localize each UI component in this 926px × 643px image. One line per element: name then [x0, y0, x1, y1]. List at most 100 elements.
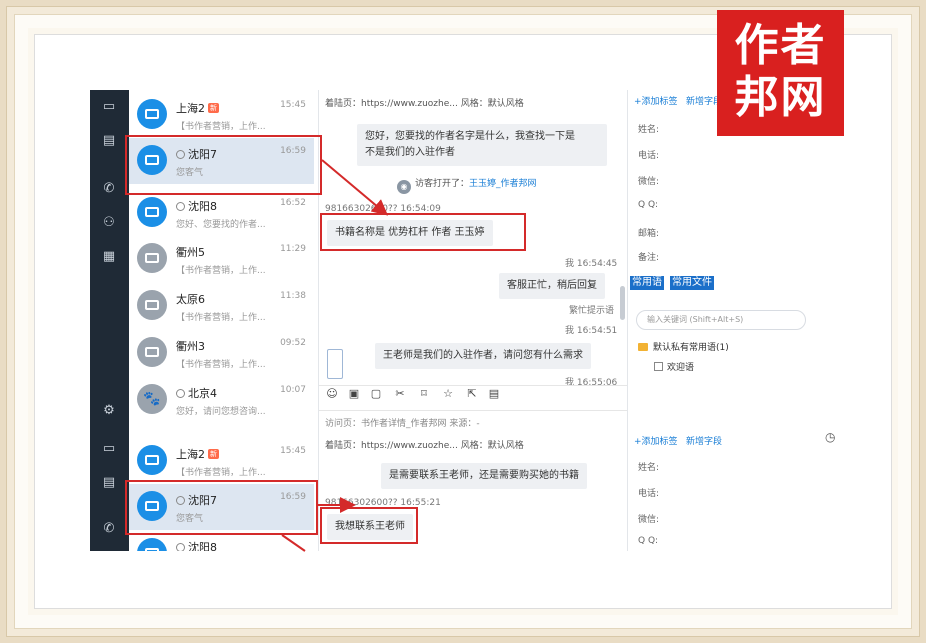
highlight-box [125, 135, 322, 195]
message-meta: 我 16:54:51 [565, 326, 618, 336]
folder-icon [638, 343, 648, 351]
busy-hint: 繁忙提示语 [569, 306, 615, 316]
field-label: 微信: [638, 515, 660, 525]
landing-page-info: 着陆页：https://www.zuozhe... 风格：默认风格 [325, 99, 524, 109]
visited-page-link[interactable]: 王玉婷_作者邦网 [469, 179, 537, 189]
id-card-icon[interactable]: ▤ [98, 474, 120, 492]
note-icon[interactable]: ▤ [487, 387, 501, 401]
image-icon[interactable]: ▣ [347, 387, 361, 401]
list-item[interactable]: 沈阳8 16:52 您好、您要找的作者... [129, 190, 314, 236]
list-item[interactable]: 衢州5 11:29 【书作者营销，上作... [129, 236, 314, 282]
tab-common-files[interactable]: 常用文件 [670, 276, 714, 290]
emoji-icon[interactable]: ☺ [325, 387, 339, 401]
contact-name: 沈阳8 [176, 198, 217, 214]
message-input[interactable] [327, 349, 343, 379]
contact-name: 北京4 [176, 385, 217, 401]
chat-panel: 着陆页：https://www.zuozhe... 风格：默认风格 您好，您要找… [319, 90, 627, 551]
field-label: 微信: [638, 177, 660, 187]
landing-page-info: 着陆页：https://www.zuozhe... 风格：默认风格 [325, 441, 524, 451]
visitor-icon: ◉ [397, 180, 411, 194]
item-time: 15:45 [280, 100, 306, 110]
item-time: 09:52 [280, 338, 306, 348]
chat-bubble-icon [176, 543, 185, 551]
avatar [137, 99, 167, 129]
nav-rail: ▭ ▤ ✆ ⚇ ▦ ⚙ ▭ ▤ ✆ [90, 90, 129, 551]
monitor-icon[interactable]: ▭ [98, 98, 120, 116]
divider [319, 410, 627, 411]
list-item[interactable]: 衢州3 09:52 【书作者营销，上作... [129, 330, 314, 376]
tab-common-phrases[interactable]: 常用语 [630, 276, 664, 290]
list-item[interactable]: 上海2 新 15:45 【书作者营销，上作... [129, 438, 314, 484]
chat-bubble-icon [176, 389, 185, 398]
avatar [137, 290, 167, 320]
contact-name: 沈阳8 [176, 539, 217, 551]
ticket-icon[interactable]: ▦ [98, 248, 120, 266]
list-item[interactable]: 上海2 新 15:45 【书作者营销，上作... [129, 92, 314, 138]
field-label: Q Q: [638, 200, 659, 210]
clock-icon[interactable]: ◷ [825, 430, 835, 444]
message-bubble: 是需要联系王老师，还是需要购买她的书籍 [381, 463, 587, 489]
item-time: 16:52 [280, 198, 306, 208]
add-tag-link[interactable]: +添加标签 [634, 94, 678, 107]
add-tag-link[interactable]: +添加标签 [634, 434, 678, 447]
contact-name: 太原6 [176, 293, 205, 306]
contact-name: 衢州3 [176, 340, 205, 353]
divider [319, 385, 627, 386]
avatar [137, 197, 167, 227]
item-preview: 您好、您要找的作者... [176, 220, 266, 230]
visitor-opened-line: ◉ 访客打开了：王玉婷_作者邦网 [397, 176, 537, 194]
item-time: 11:29 [280, 244, 306, 254]
message-meta: 我 16:55:06 [565, 378, 618, 388]
message-meta: 我 16:54:45 [565, 259, 618, 269]
message-bubble: 王老师是我们的入驻作者，请问您有什么需求 [375, 343, 591, 369]
contact-name: 上海2 新 [176, 102, 219, 115]
scissors-icon[interactable]: ✂ [393, 387, 407, 401]
avatar [137, 337, 167, 367]
list-item[interactable]: 🐾 北京4 10:07 您好，请问您想咨询... [129, 377, 314, 423]
field-label: 电话: [638, 489, 660, 499]
field-label: 姓名: [638, 463, 660, 473]
avatar [137, 538, 167, 551]
message-bubble: 客服正忙，稍后回复 [499, 273, 605, 299]
monitor-icon[interactable]: ▭ [98, 440, 120, 458]
phrase-folder[interactable]: 默认私有常用语(1) [638, 340, 729, 353]
phrase-search-input[interactable]: 输入关键词 (Shift+Alt+S) [636, 310, 806, 330]
bookmark-icon[interactable]: ⌑ [417, 387, 431, 401]
logo-line-1: 作者 [734, 20, 827, 71]
highlight-box [320, 507, 418, 544]
visited-page-info: 访问页：书作者详情_作者邦网 来源：- [325, 419, 480, 429]
star-icon[interactable]: ☆ [441, 387, 455, 401]
field-label: 姓名: [638, 125, 660, 135]
item-time: 15:45 [280, 446, 306, 456]
users-icon[interactable]: ⚇ [98, 214, 120, 232]
document-icon [654, 362, 663, 371]
item-time: 11:38 [280, 291, 306, 301]
chat-scrollbar[interactable] [620, 286, 625, 320]
phone-icon[interactable]: ✆ [98, 180, 120, 198]
field-label: Q Q: [638, 536, 659, 546]
visitor-info-panel: +添加标签 新增字段 姓名: 电话: 微信: Q Q: 邮箱: 备注: 常用语 … [627, 90, 835, 551]
item-preview: 【书作者营销，上作... [176, 360, 266, 370]
item-preview: 您好，请问您想咨询... [176, 407, 266, 417]
avatar: 🐾 [137, 384, 167, 414]
item-time: 10:07 [280, 385, 306, 395]
item-preview: 【书作者营销，上作... [176, 266, 266, 276]
add-field-link[interactable]: 新增字段 [686, 434, 722, 447]
logo-line-2: 邦网 [734, 72, 827, 123]
chat-bubble-icon [176, 202, 185, 211]
message-bubble: 您好，您要找的作者名字是什么，我查找一下是 不是我们的入驻作者 [357, 124, 607, 166]
highlight-box [125, 480, 318, 535]
field-label: 备注: [638, 253, 660, 263]
zuozhebang-logo: 作者 邦网 [717, 10, 844, 136]
contact-name: 上海2 新 [176, 448, 219, 461]
list-item[interactable]: 太原6 11:38 【书作者营销，上作... [129, 283, 314, 329]
share-icon[interactable]: ⇱ [465, 387, 479, 401]
phone-icon[interactable]: ✆ [98, 520, 120, 538]
folder-icon[interactable]: ▢ [369, 387, 383, 401]
id-card-icon[interactable]: ▤ [98, 132, 120, 150]
settings-icon[interactable]: ⚙ [98, 402, 120, 420]
highlight-box [320, 213, 526, 251]
new-badge: 新 [208, 103, 219, 113]
phrase-item[interactable]: 欢迎语 [654, 360, 694, 373]
contact-name: 衢州5 [176, 246, 205, 259]
